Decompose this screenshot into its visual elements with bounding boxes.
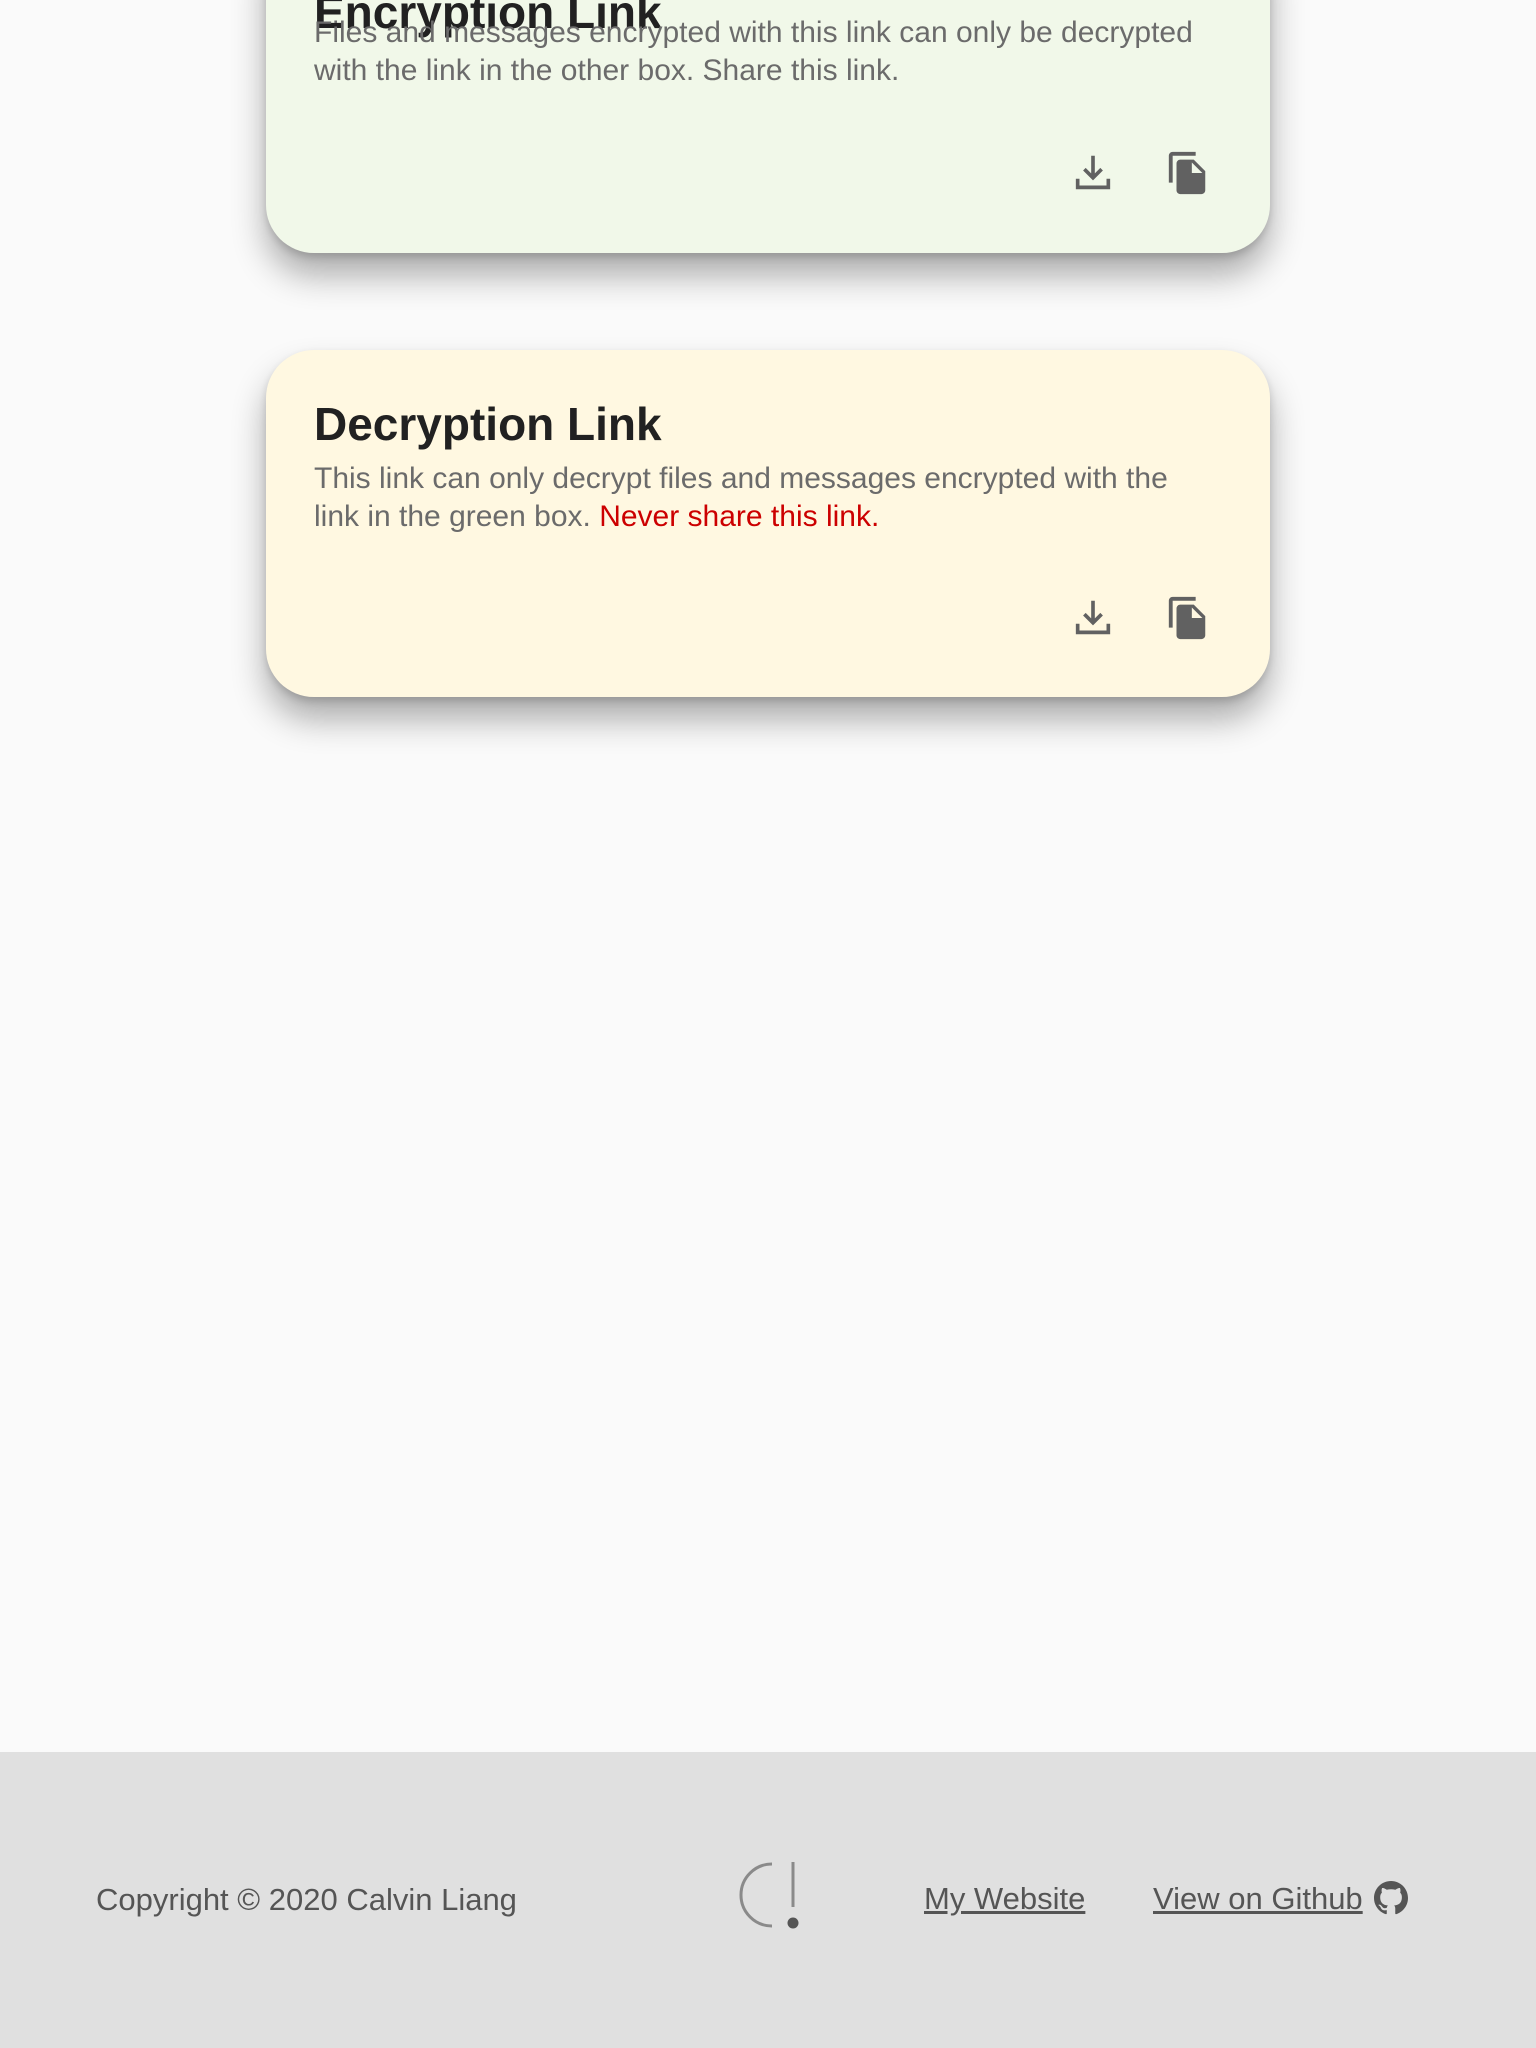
- decryption-card-warning: Never share this link.: [599, 500, 880, 533]
- view-on-github-link[interactable]: View on Github: [1153, 1879, 1363, 1919]
- download-icon: [1075, 600, 1111, 635]
- page: Encryption Link Files and messages encry…: [0, 0, 1536, 2048]
- logo-icon: [739, 1862, 799, 1929]
- download-icon: [1075, 155, 1111, 190]
- encryption-download-button[interactable]: [1065, 145, 1121, 201]
- my-website-link[interactable]: My Website: [924, 1879, 1085, 1919]
- encryption-card-description: Files and messages encrypted with this l…: [314, 16, 1193, 87]
- decryption-link-card: Decryption Link This link can only decry…: [266, 350, 1270, 697]
- copyright-text: Copyright © 2020 Calvin Liang: [96, 1882, 517, 1917]
- encryption-copy-button[interactable]: [1160, 145, 1216, 201]
- decryption-download-button[interactable]: [1065, 590, 1121, 646]
- github-icon[interactable]: [1374, 1881, 1408, 1915]
- decryption-copy-button[interactable]: [1160, 590, 1216, 646]
- decryption-card-title: Decryption Link: [314, 398, 662, 450]
- copy-icon: [1168, 596, 1206, 640]
- encryption-link-card: Encryption Link Files and messages encry…: [266, 0, 1270, 253]
- copy-icon: [1168, 151, 1206, 195]
- decryption-card-description: This link can only decrypt files and mes…: [314, 460, 1214, 536]
